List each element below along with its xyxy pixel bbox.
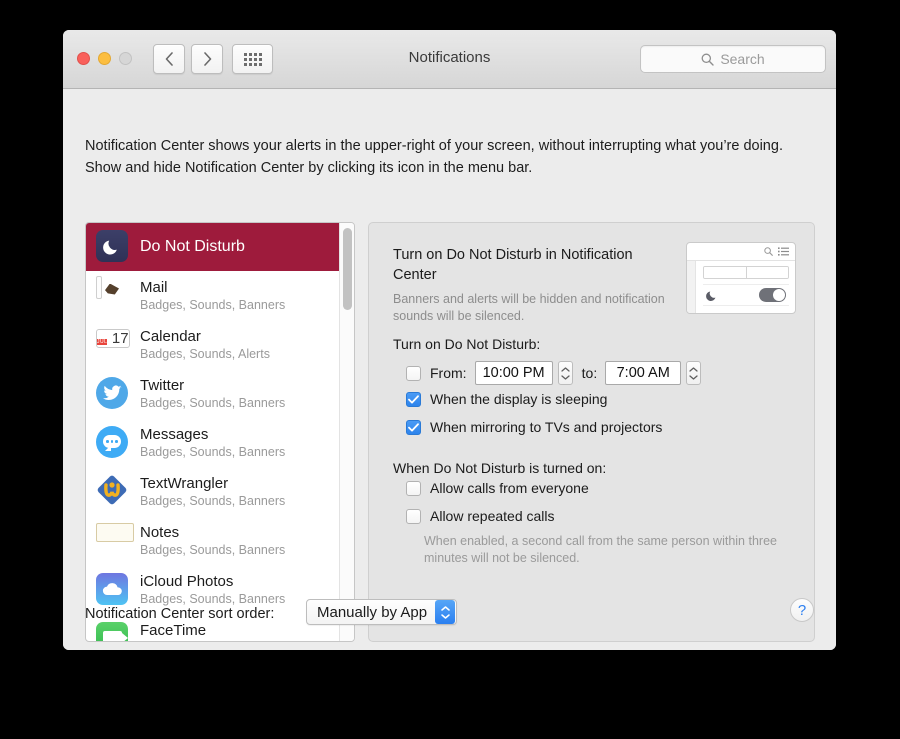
sidebar-item-messages[interactable]: Messages Badges, Sounds, Banners bbox=[86, 418, 339, 467]
help-button[interactable]: ? bbox=[790, 598, 814, 622]
sidebar-item-label: Twitter bbox=[140, 376, 185, 394]
calendar-day: 17 bbox=[111, 329, 129, 347]
sidebar-item-text: Calendar Badges, Sounds, Alerts bbox=[140, 328, 270, 362]
sidebar-item-detail: Badges, Sounds, Banners bbox=[140, 444, 286, 459]
preview-dnd-row bbox=[703, 284, 789, 306]
sidebar-item-calendar[interactable]: JUL 17 Calendar Badges, Sounds, Alerts bbox=[86, 320, 339, 369]
from-time-stepper[interactable] bbox=[557, 361, 573, 385]
chevron-down-icon bbox=[689, 374, 698, 380]
sidebar-item-twitter[interactable]: Twitter Badges, Sounds, Banners bbox=[86, 369, 339, 418]
sidebar-item-do-not-disturb[interactable]: Do Not Disturb bbox=[86, 223, 339, 271]
notes-icon bbox=[96, 522, 134, 558]
sidebar-item-detail: Badges, Sounds, Alerts bbox=[140, 346, 270, 361]
sidebar-item-text: Twitter Badges, Sounds, Banners bbox=[140, 377, 285, 411]
to-label: to: bbox=[581, 365, 598, 381]
calendar-month: JUL bbox=[97, 338, 108, 345]
from-label: From: bbox=[430, 365, 467, 381]
search-placeholder: Search bbox=[720, 51, 765, 67]
app-list-scrollbar[interactable] bbox=[339, 223, 354, 641]
scrollbar-thumb[interactable] bbox=[343, 228, 352, 310]
mirroring-row[interactable]: When mirroring to TVs and projectors bbox=[406, 419, 662, 435]
moon-icon bbox=[96, 230, 130, 264]
bottom-bar: Notification Center sort order: Manually… bbox=[63, 584, 836, 650]
sidebar-item-detail: Badges, Sounds, Banners bbox=[140, 542, 286, 557]
search-icon bbox=[764, 247, 773, 256]
mirroring-checkbox[interactable] bbox=[406, 419, 421, 435]
sidebar-item-mail[interactable]: Mail Badges, Sounds, Banners bbox=[86, 271, 339, 320]
sort-order-label: Notification Center sort order: bbox=[85, 606, 275, 622]
app-list-rows: Do Not Disturb Mail Badges, Sounds, Bann… bbox=[86, 223, 339, 641]
notifications-preferences-window: Notifications Search Notification Center… bbox=[63, 30, 836, 650]
sidebar-item-text: Notes Badges, Sounds, Banners bbox=[140, 524, 285, 558]
schedule-row: From: 10:00 PM to: 7:00 AM bbox=[406, 361, 702, 385]
panel-subtitle: Banners and alerts will be hidden and no… bbox=[393, 292, 665, 323]
schedule-checkbox[interactable] bbox=[406, 365, 421, 381]
sidebar-item-label: Calendar bbox=[140, 327, 201, 345]
preview-sidebar-strip bbox=[687, 261, 696, 313]
preview-segmented-control bbox=[703, 266, 789, 279]
sidebar-item-text: Messages Badges, Sounds, Banners bbox=[140, 426, 285, 460]
to-time-stepper[interactable] bbox=[686, 361, 702, 385]
intro-text: Notification Center shows your alerts in… bbox=[85, 138, 783, 176]
sort-order-popup[interactable]: Manually by App bbox=[306, 599, 458, 625]
sidebar-item-label: Messages bbox=[140, 425, 209, 443]
allow-calls-checkbox[interactable] bbox=[406, 480, 421, 496]
messages-icon bbox=[96, 425, 130, 460]
sidebar-item-text: Mail Badges, Sounds, Banners bbox=[140, 279, 285, 313]
to-time-field[interactable]: 7:00 AM bbox=[605, 361, 682, 385]
repeated-calls-label: Allow repeated calls bbox=[430, 508, 555, 524]
panel-title: Turn on Do Not Disturb in Notification C… bbox=[393, 247, 633, 283]
sidebar-item-label: Mail bbox=[140, 278, 168, 296]
chevron-up-icon bbox=[560, 366, 570, 372]
sidebar-item-detail: Badges, Sounds, Banners bbox=[140, 395, 286, 410]
calendar-icon: JUL 17 bbox=[96, 328, 130, 362]
sidebar-item-label: Notes bbox=[140, 523, 180, 541]
sidebar-item-label: TextWrangler bbox=[140, 474, 229, 492]
chevron-up-icon bbox=[689, 366, 698, 372]
notification-center-preview bbox=[686, 242, 796, 314]
sidebar-item-label: Do Not Disturb bbox=[140, 238, 245, 255]
app-list: Do Not Disturb Mail Badges, Sounds, Bann… bbox=[85, 222, 355, 642]
moon-icon bbox=[706, 290, 716, 301]
repeated-calls-note: When enabled, a second call from the sam… bbox=[424, 534, 777, 565]
display-sleeping-row[interactable]: When the display is sleeping bbox=[406, 391, 607, 407]
preview-toolbar bbox=[687, 243, 795, 261]
window-titlebar: Notifications Search bbox=[63, 30, 836, 89]
when-on-label: When Do Not Disturb is turned on: bbox=[393, 460, 607, 476]
display-sleeping-label: When the display is sleeping bbox=[430, 391, 608, 407]
sidebar-item-detail: Badges, Sounds, Banners bbox=[140, 297, 286, 312]
search-field[interactable]: Search bbox=[640, 45, 826, 73]
sidebar-item-notes[interactable]: Notes Badges, Sounds, Banners bbox=[86, 516, 339, 565]
from-time-field[interactable]: 10:00 PM bbox=[474, 361, 553, 385]
sidebar-item-detail: Badges, Sounds, Banners bbox=[140, 493, 286, 508]
sort-order-value: Manually by App bbox=[317, 603, 428, 621]
display-sleeping-checkbox[interactable] bbox=[406, 391, 421, 407]
do-not-disturb-settings-panel: Turn on Do Not Disturb in Notification C… bbox=[368, 222, 815, 642]
preferences-pane: Notification Center shows your alerts in… bbox=[63, 89, 836, 650]
repeated-calls-checkbox[interactable] bbox=[406, 508, 421, 524]
repeated-calls-row[interactable]: Allow repeated calls bbox=[406, 508, 555, 524]
twitter-icon bbox=[96, 376, 130, 411]
allow-calls-row[interactable]: Allow calls from everyone bbox=[406, 480, 589, 496]
sidebar-item-text: TextWrangler Badges, Sounds, Banners bbox=[140, 475, 285, 509]
chevron-down-icon bbox=[560, 374, 570, 380]
sidebar-item-textwrangler[interactable]: TextWrangler Badges, Sounds, Banners bbox=[86, 467, 339, 516]
textwrangler-icon bbox=[96, 475, 130, 509]
mail-icon bbox=[96, 275, 130, 313]
allow-calls-label: Allow calls from everyone bbox=[430, 480, 589, 496]
search-icon bbox=[701, 53, 715, 66]
preview-toggle bbox=[759, 288, 786, 302]
turn-on-label: Turn on Do Not Disturb: bbox=[393, 336, 541, 352]
sidebar-item-text: Do Not Disturb bbox=[140, 238, 245, 256]
list-icon bbox=[778, 247, 789, 256]
mirroring-label: When mirroring to TVs and projectors bbox=[430, 419, 663, 435]
chevron-updown-icon bbox=[435, 600, 456, 624]
